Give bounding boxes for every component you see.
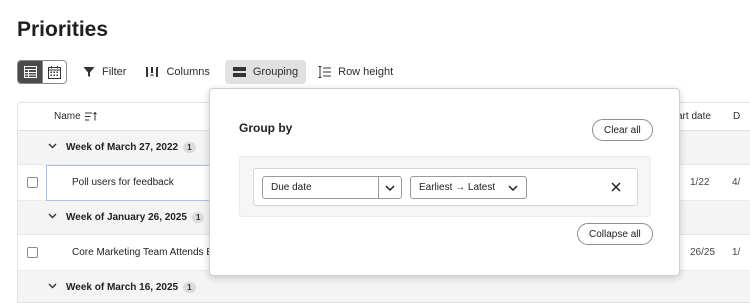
calendar-icon [48,65,61,79]
filter-button[interactable]: Filter [75,60,134,84]
group-field-combobox[interactable]: Due date [262,176,402,199]
grouping-button[interactable]: Grouping [224,60,307,84]
chevron-down-icon[interactable] [48,213,57,219]
table-icon [23,66,37,78]
grouping-icon [232,67,246,77]
chevron-down-icon[interactable] [48,143,57,149]
chevron-down-icon [385,184,395,191]
group-order-picker[interactable]: Earliest → Latest [410,176,527,199]
row-name[interactable]: Poll users for feedback [72,177,174,188]
group-title: Week of March 27, 2022 [66,142,179,153]
group-title: Week of March 16, 2025 [66,282,179,293]
row-checkbox[interactable] [27,177,38,188]
row-due-date: 1/ [732,247,741,258]
clear-all-button[interactable]: Clear all [592,119,653,141]
group-count-badge: 1 [192,212,205,223]
group-by-popover: Group by Clear all Due date Earliest → L… [209,88,680,276]
group-rule-panel: Due date Earliest → Latest [239,156,651,217]
column-header-due-date[interactable]: D [733,111,740,122]
grouping-label: Grouping [252,66,299,78]
chevron-down-icon [508,184,518,191]
page-title: Priorities [17,18,109,41]
column-header-name[interactable]: Name [54,111,97,122]
group-title: Week of January 26, 2025 [66,212,187,223]
row-height-icon [318,66,332,78]
group-order-value: Earliest → Latest [419,182,496,193]
columns-label: Columns [166,66,210,78]
group-label: Week of January 26, 2025 1 [66,212,205,223]
row-height-button[interactable]: Row height [310,60,401,84]
row-start-date: 26/25 [690,247,716,258]
group-field-dropdown-button[interactable] [378,177,401,198]
chevron-down-icon[interactable] [48,283,57,289]
toolbar: Filter Columns Grouping Row height [17,60,401,84]
columns-icon [146,67,159,77]
collapse-all-button[interactable]: Collapse all [577,223,653,245]
remove-group-button[interactable] [608,179,624,195]
table-view-button[interactable] [18,61,42,83]
group-label: Week of March 27, 2022 1 [66,142,196,153]
row-name[interactable]: Core Marketing Team Attends E [72,247,213,258]
group-label: Week of March 16, 2025 1 [66,282,196,293]
sort-icon [84,112,97,121]
group-count-badge: 1 [183,142,196,153]
column-name-label: Name [54,111,81,122]
row-start-date: 1/22 [690,177,710,188]
group-field-value[interactable]: Due date [263,177,378,198]
calendar-view-button[interactable] [42,61,66,83]
row-checkbox[interactable] [27,247,38,258]
group-rule: Due date Earliest → Latest [253,168,638,206]
popover-title: Group by [239,121,293,135]
filter-label: Filter [102,66,127,78]
row-due-date: 4/ [732,177,741,188]
column-header-start-date[interactable]: art date [677,111,711,122]
row-height-label: Row height [338,66,394,78]
close-icon [611,182,621,192]
group-count-badge: 1 [183,282,196,293]
view-toggle [17,60,67,84]
columns-button[interactable]: Columns [138,60,217,84]
filter-icon [83,67,95,77]
